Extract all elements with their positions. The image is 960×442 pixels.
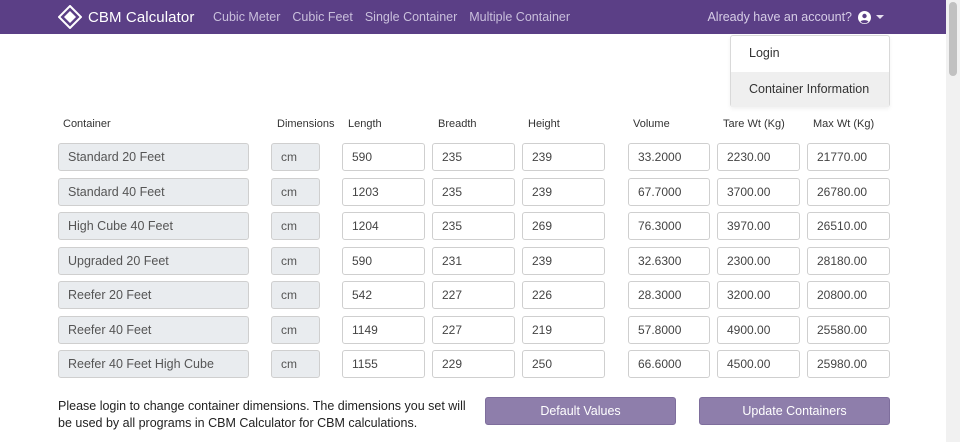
nav-link-single-container[interactable]: Single Container: [365, 10, 457, 24]
header-height: Height: [528, 118, 560, 130]
volume-input[interactable]: 76.3000: [628, 212, 710, 240]
nav-link-multiple-container[interactable]: Multiple Container: [469, 10, 570, 24]
tare-weight-input[interactable]: 2230.00: [717, 143, 800, 171]
tare-weight-input[interactable]: 3700.00: [717, 178, 800, 206]
height-input[interactable]: 239: [522, 178, 605, 206]
update-containers-button[interactable]: Update Containers: [699, 397, 890, 425]
container-name-field[interactable]: High Cube 40 Feet: [58, 212, 249, 240]
height-input[interactable]: 226: [522, 281, 605, 309]
container-name-field[interactable]: Reefer 20 Feet: [58, 281, 249, 309]
dimension-unit-field[interactable]: cm: [271, 212, 320, 240]
volume-input[interactable]: 28.3000: [628, 281, 710, 309]
tare-weight-input[interactable]: 4900.00: [717, 316, 800, 344]
volume-input[interactable]: 33.2000: [628, 143, 710, 171]
header-dimensions: Dimensions: [277, 118, 335, 130]
height-input[interactable]: 269: [522, 212, 605, 240]
caret-down-icon: [876, 15, 884, 19]
account-dropdown: Login Container Information: [730, 35, 890, 107]
container-name-field[interactable]: Upgraded 20 Feet: [58, 247, 249, 275]
dimension-unit-field[interactable]: cm: [271, 316, 320, 344]
max-weight-input[interactable]: 20800.00: [807, 281, 890, 309]
length-input[interactable]: 590: [342, 247, 425, 275]
dimension-unit-field[interactable]: cm: [271, 247, 320, 275]
breadth-input[interactable]: 227: [432, 281, 515, 309]
length-input[interactable]: 1149: [342, 316, 425, 344]
dimension-unit-field[interactable]: cm: [271, 281, 320, 309]
max-weight-input[interactable]: 21770.00: [807, 143, 890, 171]
volume-input[interactable]: 57.8000: [628, 316, 710, 344]
length-input[interactable]: 1155: [342, 350, 425, 378]
dropdown-item-login[interactable]: Login: [731, 36, 889, 72]
page-scrollbar[interactable]: [946, 0, 960, 442]
height-input[interactable]: 239: [522, 247, 605, 275]
brand[interactable]: CBM Calculator: [58, 4, 194, 30]
max-weight-input[interactable]: 26780.00: [807, 178, 890, 206]
tare-weight-input[interactable]: 2300.00: [717, 247, 800, 275]
breadth-input[interactable]: 235: [432, 212, 515, 240]
nav-link-cubic-meter[interactable]: Cubic Meter: [213, 10, 280, 24]
height-input[interactable]: 250: [522, 350, 605, 378]
length-input[interactable]: 1204: [342, 212, 425, 240]
max-weight-input[interactable]: 28180.00: [807, 247, 890, 275]
length-input[interactable]: 590: [342, 143, 425, 171]
header-length: Length: [348, 118, 382, 130]
brand-title: CBM Calculator: [88, 8, 195, 26]
length-input[interactable]: 542: [342, 281, 425, 309]
dimension-unit-field[interactable]: cm: [271, 178, 320, 206]
dropdown-item-container-information[interactable]: Container Information: [731, 72, 889, 107]
breadth-input[interactable]: 227: [432, 316, 515, 344]
header-volume: Volume: [633, 118, 670, 130]
max-weight-input[interactable]: 25980.00: [807, 350, 890, 378]
nav-link-cubic-feet[interactable]: Cubic Feet: [292, 10, 352, 24]
volume-input[interactable]: 32.6300: [628, 247, 710, 275]
dimension-unit-field[interactable]: cm: [271, 143, 320, 171]
tare-weight-input[interactable]: 4500.00: [717, 350, 800, 378]
max-weight-input[interactable]: 25580.00: [807, 316, 890, 344]
breadth-input[interactable]: 235: [432, 143, 515, 171]
container-name-field[interactable]: Standard 40 Feet: [58, 178, 249, 206]
height-input[interactable]: 219: [522, 316, 605, 344]
account-menu-toggle[interactable]: Already have an account?: [707, 0, 884, 34]
height-input[interactable]: 239: [522, 143, 605, 171]
container-name-field[interactable]: Reefer 40 Feet: [58, 316, 249, 344]
volume-input[interactable]: 67.7000: [628, 178, 710, 206]
max-weight-input[interactable]: 26510.00: [807, 212, 890, 240]
default-values-button[interactable]: Default Values: [485, 397, 676, 425]
container-name-field[interactable]: Reefer 40 Feet High Cube: [58, 350, 249, 378]
volume-input[interactable]: 66.6000: [628, 350, 710, 378]
navbar: CBM Calculator Cubic Meter Cubic Feet Si…: [0, 0, 946, 34]
breadth-input[interactable]: 235: [432, 178, 515, 206]
tare-weight-input[interactable]: 3970.00: [717, 212, 800, 240]
tare-weight-input[interactable]: 3200.00: [717, 281, 800, 309]
diamond-logo-icon: [58, 5, 82, 29]
breadth-input[interactable]: 231: [432, 247, 515, 275]
account-prompt: Already have an account?: [707, 10, 852, 24]
header-tare-weight: Tare Wt (Kg): [723, 118, 785, 130]
user-circle-icon: [858, 10, 871, 24]
nav-links: Cubic Meter Cubic Feet Single Container …: [213, 0, 582, 34]
breadth-input[interactable]: 229: [432, 350, 515, 378]
scrollbar-thumb[interactable]: [949, 2, 957, 76]
header-breadth: Breadth: [438, 118, 477, 130]
length-input[interactable]: 1203: [342, 178, 425, 206]
header-max-weight: Max Wt (Kg): [813, 118, 875, 130]
header-container: Container: [63, 118, 111, 130]
login-note: Please login to change container dimensi…: [58, 399, 466, 430]
dimension-unit-field[interactable]: cm: [271, 350, 320, 378]
container-name-field[interactable]: Standard 20 Feet: [58, 143, 249, 171]
